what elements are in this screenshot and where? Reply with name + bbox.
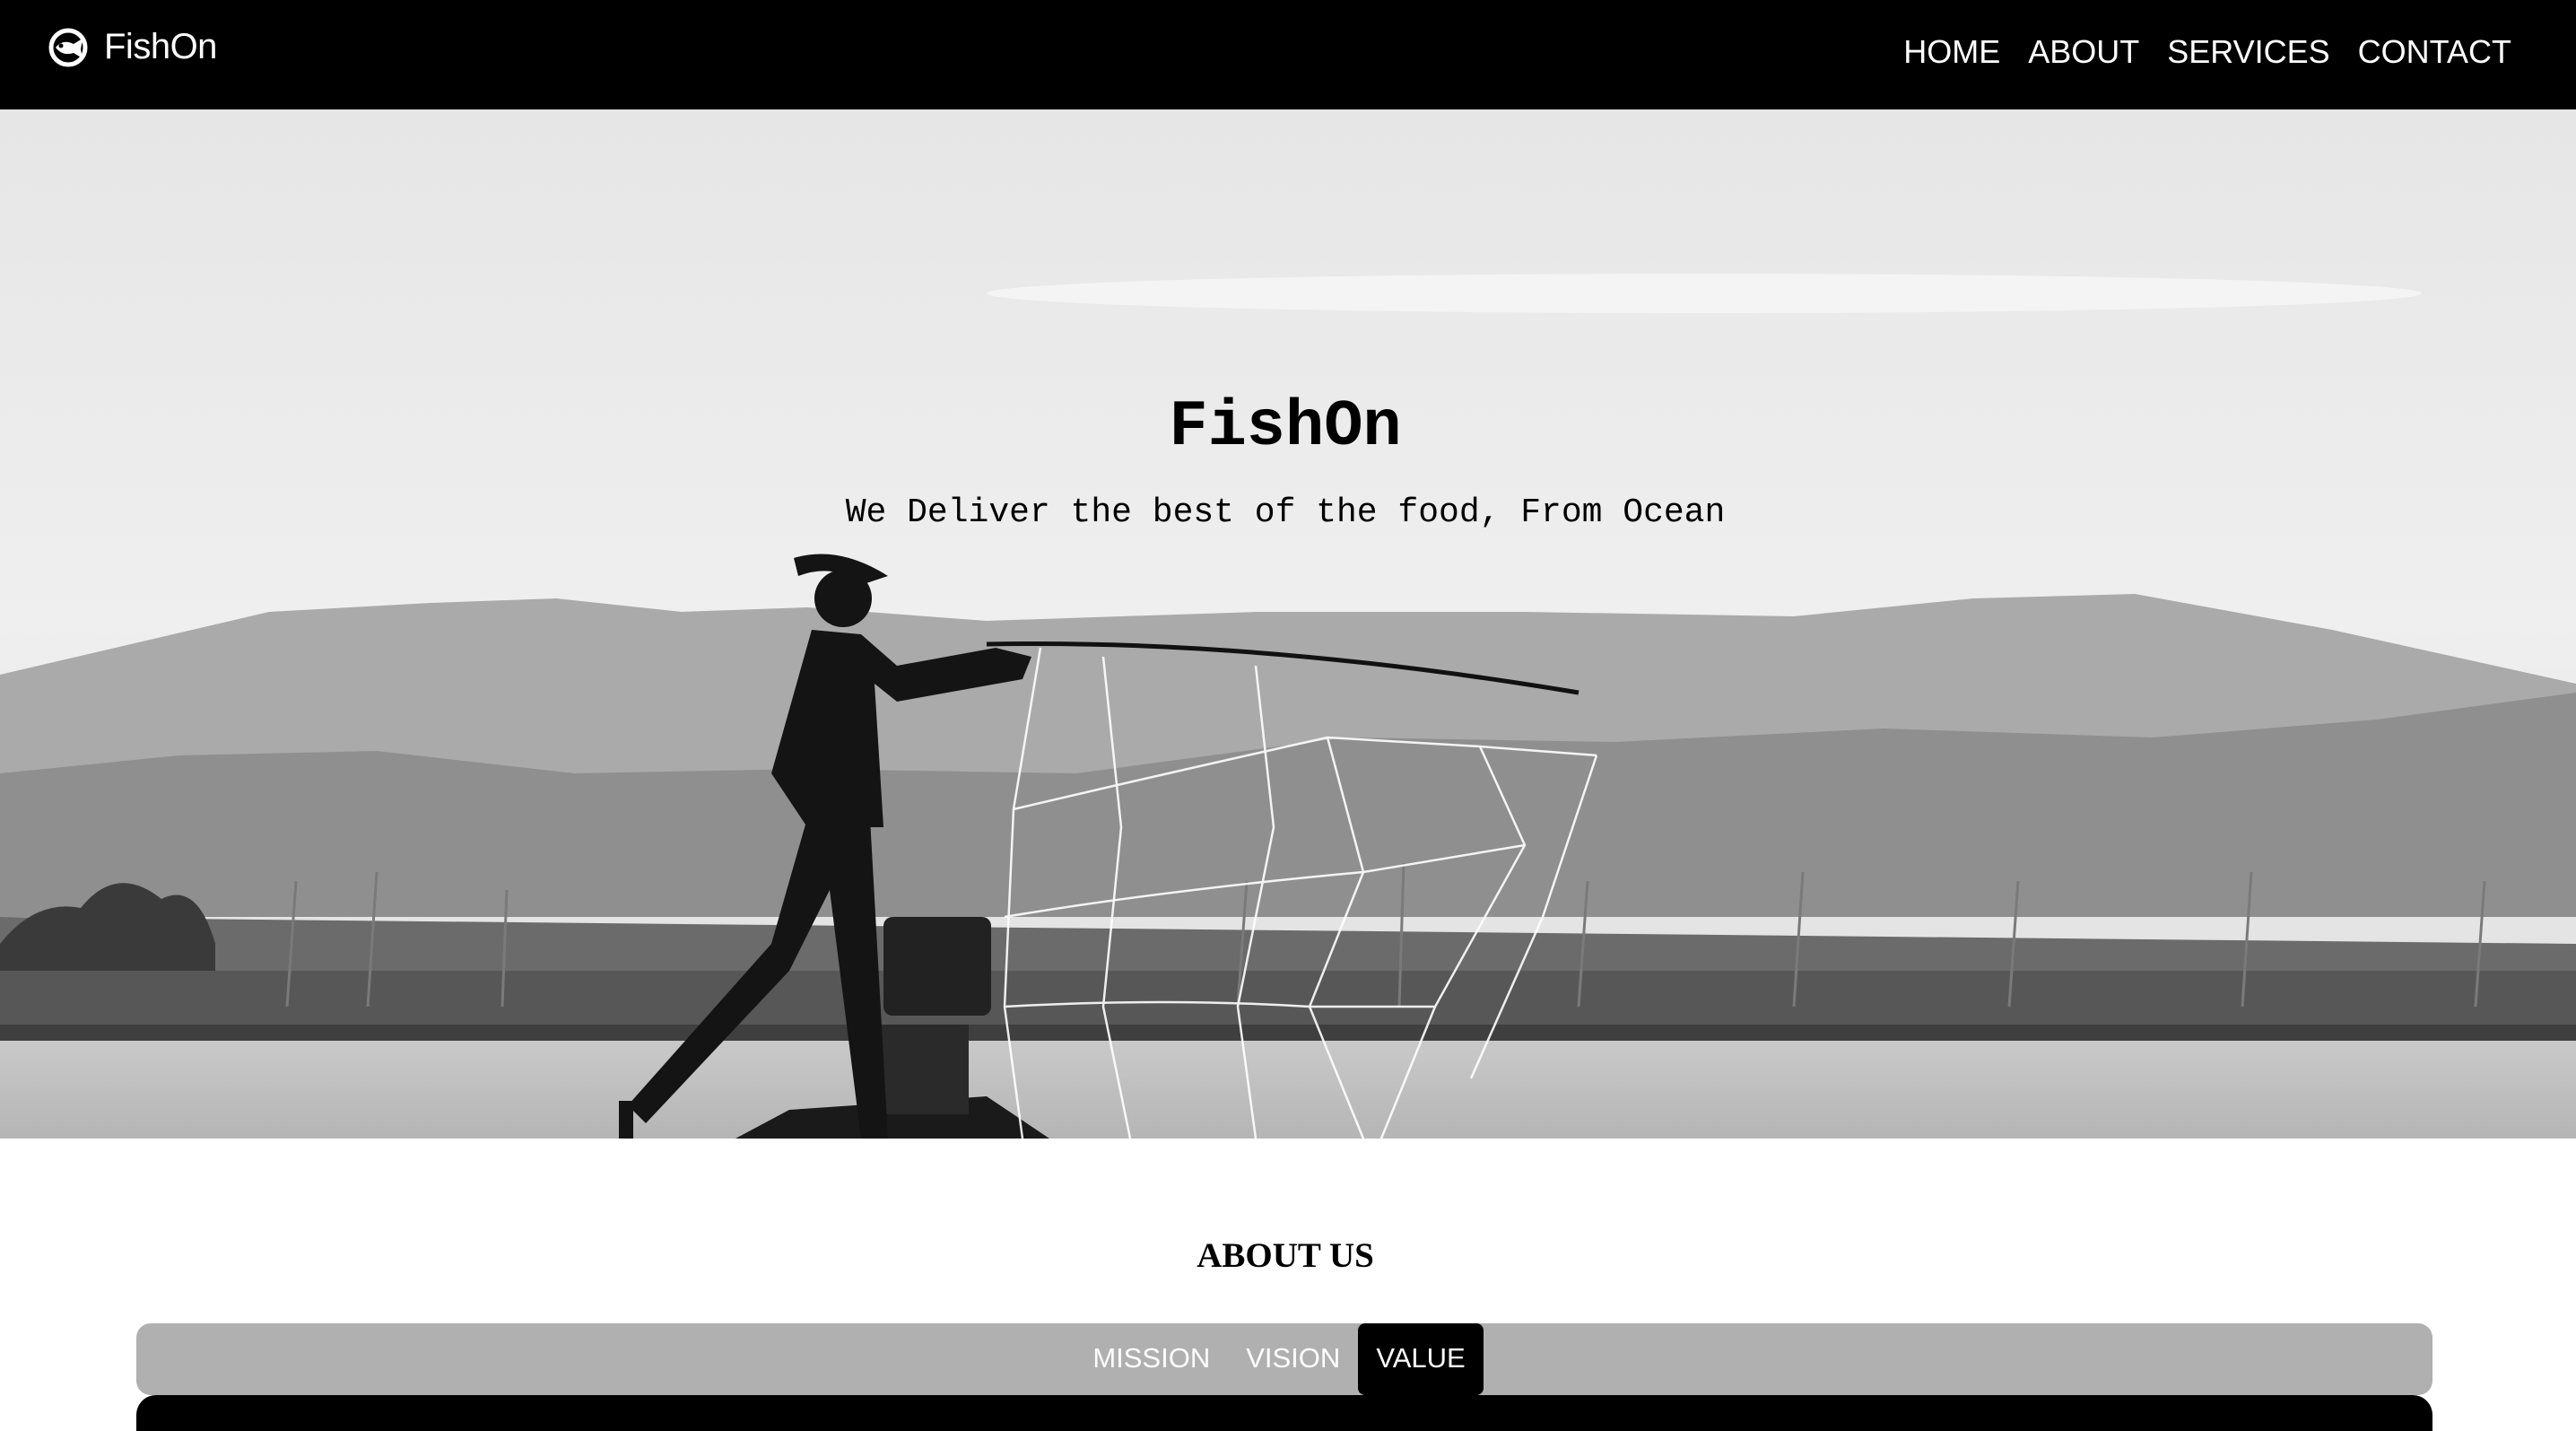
hero-title: FishOn	[1169, 390, 1402, 465]
tab-vision[interactable]: VISION	[1228, 1323, 1358, 1395]
about-tab-bar: MISSION VISION VALUE	[136, 1323, 2432, 1395]
tab-value[interactable]: VALUE	[1358, 1323, 1484, 1395]
hero-subtitle: We Deliver the best of the food, From Oc…	[845, 493, 1726, 532]
nav-link-about[interactable]: ABOUT	[2028, 32, 2139, 72]
hero-section: FishOn We Deliver the best of the food, …	[0, 109, 2576, 1139]
hero-background-image	[0, 109, 2576, 1139]
nav-link-services[interactable]: SERVICES	[2167, 32, 2329, 72]
brand-link[interactable]: FishOn	[47, 27, 217, 67]
fish-logo-icon	[47, 28, 93, 67]
about-content-panel	[136, 1395, 2432, 1431]
tab-mission[interactable]: MISSION	[1075, 1323, 1228, 1395]
about-tabs: MISSION VISION VALUE	[136, 1323, 2432, 1395]
nav-link-contact[interactable]: CONTACT	[2358, 32, 2511, 72]
brand-name: FishOn	[104, 27, 217, 66]
main-nav: HOME ABOUT SERVICES CONTACT	[1875, 32, 2511, 72]
about-heading: ABOUT US	[1197, 1236, 1374, 1276]
top-navbar: FishOn HOME ABOUT SERVICES CONTACT	[0, 0, 2576, 109]
nav-link-home[interactable]: HOME	[1903, 32, 2000, 72]
